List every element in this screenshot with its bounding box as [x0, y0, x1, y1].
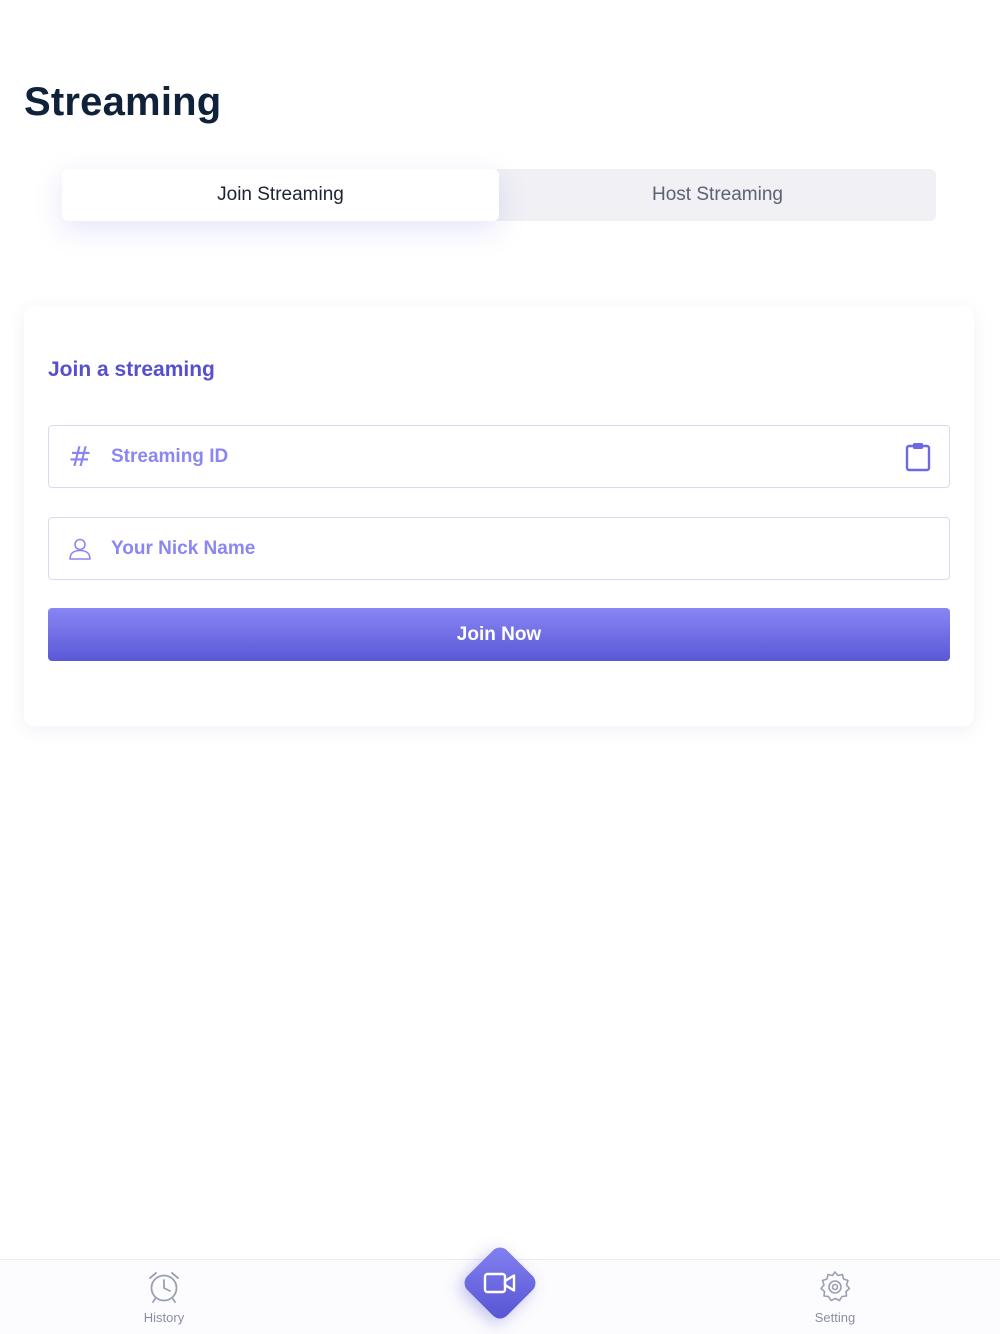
join-now-button[interactable]: Join Now [48, 608, 950, 661]
tab-host-streaming[interactable]: Host Streaming [499, 169, 936, 221]
alarm-clock-icon [146, 1268, 182, 1306]
tab-setting[interactable]: Setting [775, 1260, 895, 1334]
streaming-id-field: # [48, 425, 950, 488]
streaming-mode-toggle: Join Streaming Host Streaming [62, 169, 936, 221]
nickname-field [48, 517, 950, 580]
hash-icon: # [68, 440, 92, 473]
user-icon [49, 518, 111, 579]
clipboard-icon[interactable] [887, 426, 949, 487]
gear-icon [817, 1268, 853, 1306]
tab-history[interactable]: History [104, 1260, 224, 1334]
tab-setting-label: Setting [814, 1310, 856, 1325]
start-streaming-button[interactable] [460, 1243, 540, 1323]
streaming-id-input[interactable] [111, 426, 887, 487]
tab-join-streaming[interactable]: Join Streaming [62, 169, 499, 221]
join-streaming-card: Join a streaming # Join Now [24, 306, 974, 726]
video-camera-icon [460, 1243, 540, 1323]
page-title: Streaming [24, 80, 222, 124]
card-title: Join a streaming [48, 358, 215, 381]
tab-history-label: History [143, 1310, 185, 1325]
nickname-input[interactable] [111, 518, 949, 579]
